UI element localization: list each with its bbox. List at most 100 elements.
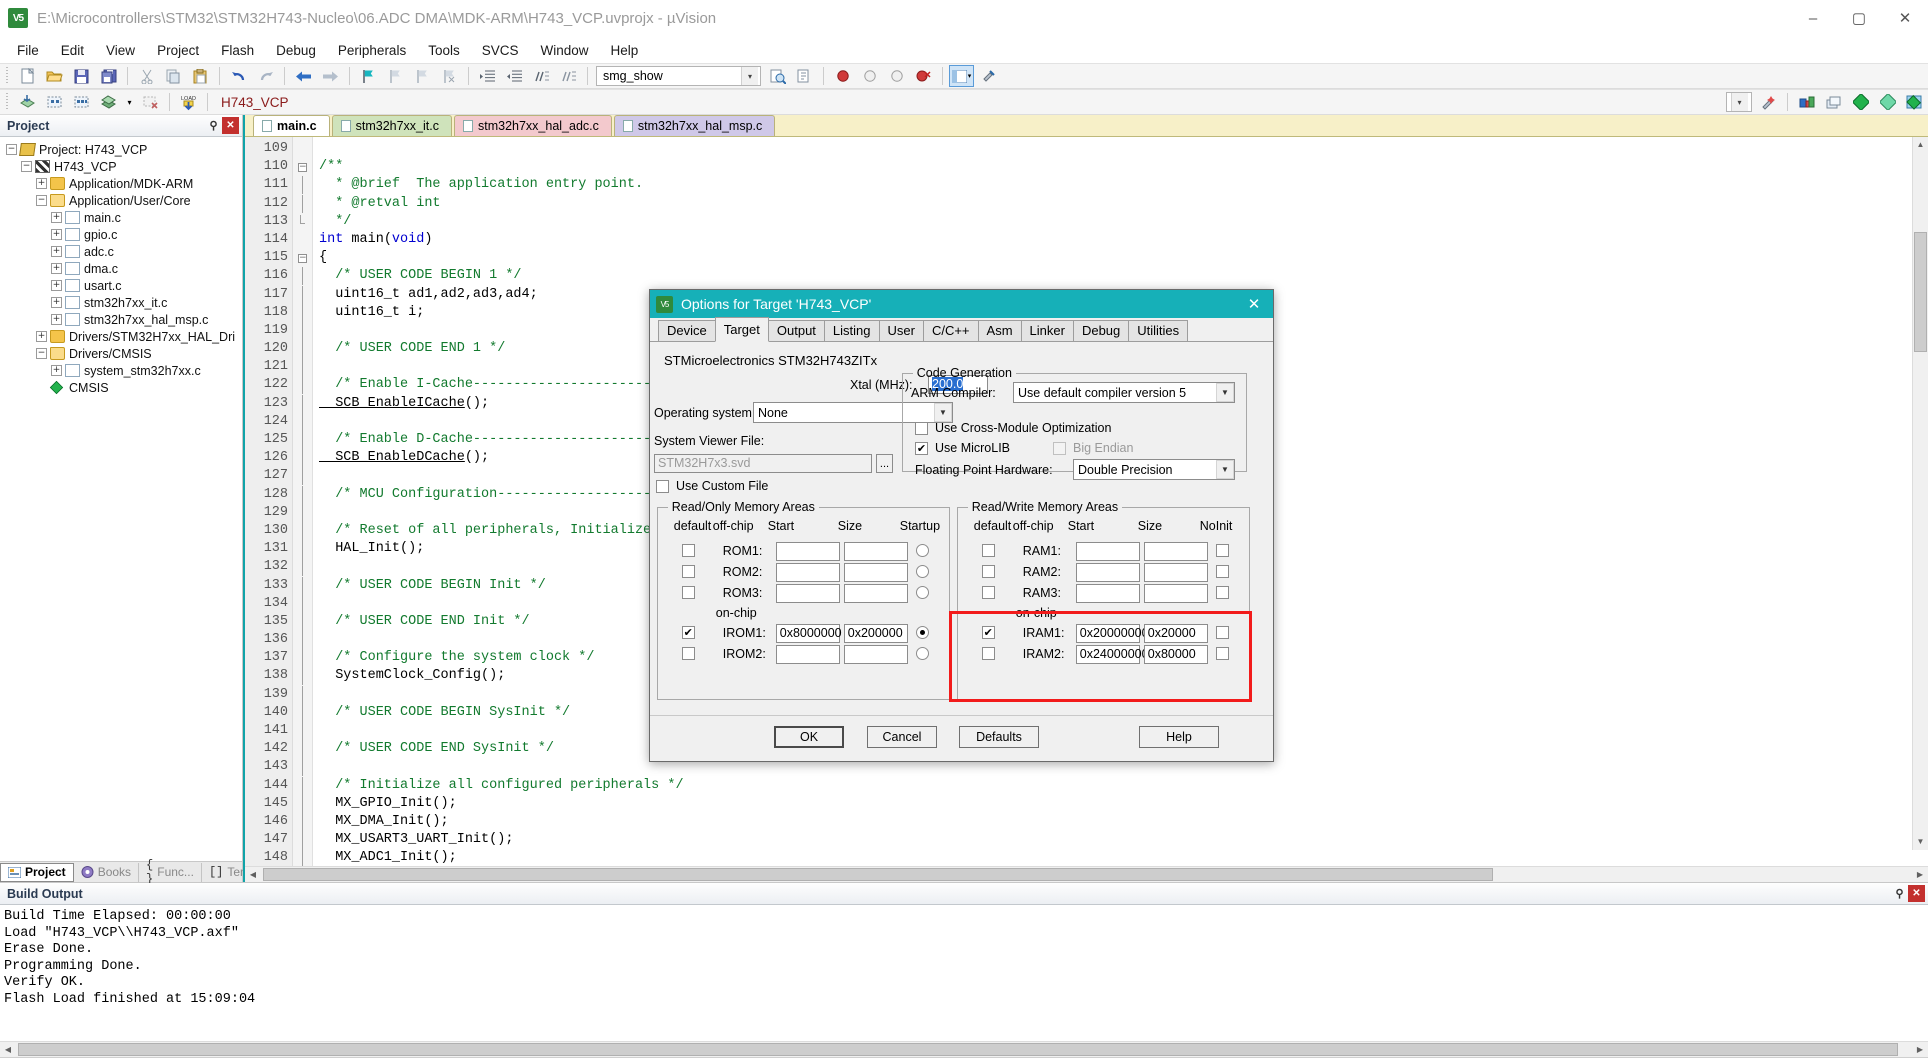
tree-item[interactable]: + stm32h7xx_it.c [0, 294, 242, 311]
kill-breakpoint-icon[interactable] [857, 65, 882, 87]
tree-expander-icon[interactable]: + [51, 314, 62, 325]
fold-marker[interactable] [293, 576, 312, 595]
bookmark-toggle-icon[interactable] [356, 65, 381, 87]
copy-icon[interactable] [161, 65, 186, 87]
help-button[interactable]: Help [1139, 726, 1219, 748]
build-output-text[interactable]: Build Time Elapsed: 00:00:00 Load "H743_V… [0, 905, 1928, 1041]
editor-hscroll-thumb[interactable] [263, 868, 1493, 881]
pin-icon[interactable]: ⚲ [1891, 885, 1908, 902]
code-line[interactable]: /** [313, 158, 1928, 176]
menu-file[interactable]: File [6, 40, 50, 61]
scroll-down-icon[interactable]: ▼ [1913, 834, 1928, 850]
batch-build-icon[interactable] [96, 91, 121, 113]
memory-startup-radio[interactable] [915, 543, 929, 557]
fold-marker[interactable]: − [293, 158, 312, 176]
tree-expander-icon[interactable] [36, 382, 47, 393]
memory-default-checkbox[interactable] [681, 646, 695, 660]
floating-point-hardware-select[interactable]: Double Precision ▼ [1073, 459, 1235, 480]
fold-marker[interactable] [293, 194, 312, 213]
memory-noinit-checkbox[interactable] [1215, 585, 1229, 599]
editor-vscroll-thumb[interactable] [1914, 232, 1927, 352]
fold-marker[interactable] [293, 340, 312, 359]
fold-marker[interactable] [293, 213, 312, 231]
paste-icon[interactable] [188, 65, 213, 87]
editor-vertical-scrollbar[interactable]: ▲ ▼ [1912, 137, 1928, 850]
memory-start-input[interactable]: 0x20000000 [1075, 623, 1149, 643]
tree-item[interactable]: + dma.c [0, 260, 242, 277]
menu-peripherals[interactable]: Peripherals [327, 40, 417, 61]
editor-tab[interactable]: stm32h7xx_hal_msp.c [613, 115, 776, 136]
manage-runtime-icon[interactable] [1902, 91, 1927, 113]
fold-marker[interactable] [293, 521, 312, 540]
code-line[interactable]: /* Initialize all configured peripherals… [313, 777, 1928, 795]
tree-item[interactable]: − Drivers/CMSIS [0, 345, 242, 362]
sidebar-tab-functions[interactable]: { } Func... [139, 858, 202, 886]
code-fold-column[interactable]: − − [293, 137, 313, 866]
search-input[interactable]: smg_show ▾ [596, 66, 761, 86]
sidebar-tab-books[interactable]: Books [74, 862, 140, 882]
use-custom-file-checkbox[interactable] [656, 479, 669, 493]
bookmark-clear-icon[interactable] [437, 65, 462, 87]
close-button[interactable]: ✕ [1882, 0, 1928, 37]
memory-size-input[interactable] [843, 644, 908, 664]
insert-breakpoint-icon[interactable] [830, 65, 855, 87]
indent-icon[interactable] [475, 65, 500, 87]
memory-default-checkbox[interactable] [981, 564, 995, 578]
scroll-up-icon[interactable]: ▲ [1913, 137, 1928, 153]
tree-expander-icon[interactable]: + [36, 331, 47, 342]
build-output-hscroll-thumb[interactable] [18, 1043, 1898, 1056]
memory-size-input[interactable] [843, 583, 908, 603]
toolbar-grip[interactable] [4, 93, 11, 111]
memory-startup-radio[interactable] [915, 625, 929, 639]
tree-expander-icon[interactable]: + [51, 212, 62, 223]
code-line[interactable]: MX_ADC1_Init(); [313, 849, 1928, 866]
chevron-down-icon[interactable]: ▼ [1216, 383, 1234, 402]
tree-item[interactable]: + Application/MDK-ARM [0, 175, 242, 192]
tree-expander-icon[interactable]: + [51, 280, 62, 291]
tree-expander-icon[interactable]: − [36, 195, 47, 206]
memory-default-checkbox[interactable] [681, 564, 695, 578]
fold-marker[interactable] [293, 394, 312, 413]
dialog-close-button[interactable]: ✕ [1241, 291, 1267, 317]
use-custom-file-row[interactable]: Use Custom File [656, 479, 768, 493]
code-line[interactable]: MX_GPIO_Init(); [313, 795, 1928, 813]
menu-svcs[interactable]: SVCS [471, 40, 530, 61]
forward-icon[interactable] [318, 65, 343, 87]
find-in-files-icon[interactable] [765, 65, 790, 87]
tree-expander-icon[interactable]: + [51, 246, 62, 257]
options-for-target-dialog[interactable]: V5 Options for Target 'H743_VCP' ✕ Devic… [649, 289, 1274, 762]
menu-flash[interactable]: Flash [210, 40, 265, 61]
memory-default-checkbox[interactable] [681, 585, 695, 599]
memory-noinit-checkbox[interactable] [1215, 646, 1229, 660]
find-next-icon[interactable] [792, 65, 817, 87]
build-dropdown-icon[interactable]: ▾ [123, 91, 136, 113]
dialog-tab-output[interactable]: Output [767, 320, 825, 341]
tree-item[interactable]: + main.c [0, 209, 242, 226]
memory-default-checkbox[interactable]: ✔ [681, 625, 695, 639]
code-line[interactable]: MX_DMA_Init(); [313, 813, 1928, 831]
dialog-tab-device[interactable]: Device [658, 320, 716, 341]
load-icon[interactable]: LOAD [176, 91, 201, 113]
fold-marker[interactable] [293, 321, 312, 340]
memory-size-input[interactable]: 0x80000 [1143, 644, 1208, 664]
tree-item[interactable]: CMSIS [0, 379, 242, 396]
tree-item[interactable]: + system_stm32h7xx.c [0, 362, 242, 379]
fold-marker[interactable] [293, 776, 312, 795]
bookmark-prev-icon[interactable] [383, 65, 408, 87]
fold-marker[interactable] [293, 558, 312, 577]
menu-help[interactable]: Help [600, 40, 650, 61]
fold-marker[interactable] [293, 285, 312, 304]
maximize-button[interactable]: ▢ [1836, 0, 1882, 37]
arm-compiler-select[interactable]: Use default compiler version 5 ▼ [1013, 382, 1235, 403]
config-wizard-icon[interactable] [1756, 91, 1781, 113]
target-selector-dropdown[interactable]: ▾ [1726, 92, 1752, 112]
menu-view[interactable]: View [95, 40, 146, 61]
code-line[interactable]: */ [313, 213, 1928, 231]
memory-default-checkbox[interactable] [981, 646, 995, 660]
memory-size-input[interactable] [843, 541, 908, 561]
toolbar-grip[interactable] [4, 67, 11, 85]
menu-project[interactable]: Project [146, 40, 210, 61]
memory-start-input[interactable]: 0x8000000 [775, 623, 842, 643]
editor-tab[interactable]: main.c [253, 115, 330, 136]
fold-marker[interactable] [293, 485, 312, 504]
